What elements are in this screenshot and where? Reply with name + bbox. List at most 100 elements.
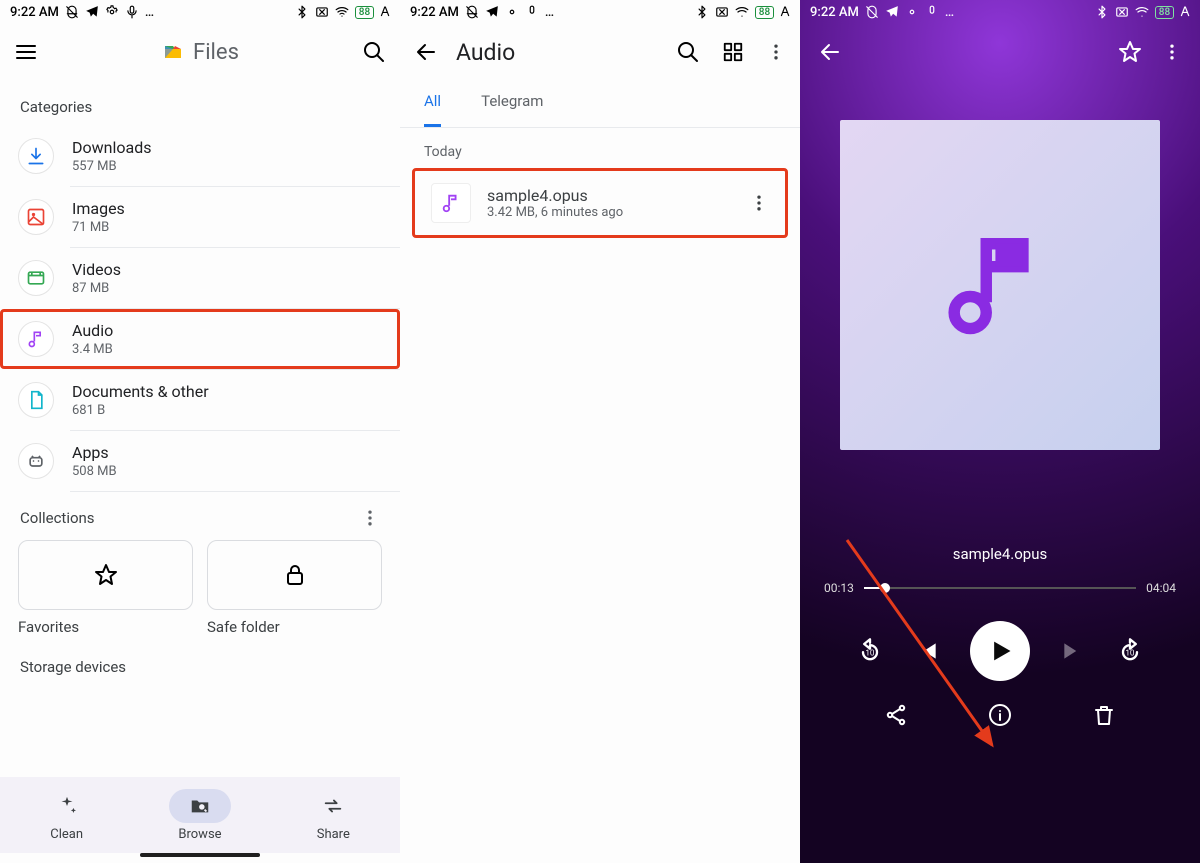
wifi-icon [335,5,349,19]
more-icon: … [945,5,954,20]
replay-10-icon[interactable]: 10 [856,637,884,665]
error-box-icon [715,5,729,19]
nav-clean[interactable]: Clean [36,789,98,842]
music-note-icon [26,329,46,349]
pane-audio-list: 9:22 AM … 88 𐌀 Audio All Telegram Today [400,0,800,863]
clock: 9:22 AM [410,5,459,20]
category-apps[interactable]: Apps508 MB [0,431,400,491]
video-icon [26,268,46,288]
wifi-icon [1135,5,1149,19]
music-note-icon [440,192,462,214]
image-icon [26,207,46,227]
mic-icon [125,5,139,19]
favorites-label: Favorites [18,618,193,636]
status-bar: 9:22 AM … 88 𐌀 [800,0,1200,24]
search-icon[interactable] [362,40,386,64]
lock-icon [283,563,307,587]
player-app-bar [800,24,1200,80]
time-total: 04:04 [1146,581,1176,595]
pane-audio-player: 9:22 AM … 88 𐌀 sample4.opus 00:13 04:04 [800,0,1200,863]
trash-icon[interactable] [1092,703,1116,727]
more-icon: … [145,5,154,20]
group-label-today: Today [400,128,800,168]
category-downloads[interactable]: Downloads557 MB [0,126,400,186]
dnd-icon [465,5,479,19]
dnd-icon [65,5,79,19]
bottom-nav: Clean Browse Share [0,777,400,853]
file-row[interactable]: sample4.opus 3.42 MB, 6 minutes ago [412,168,788,238]
star-icon[interactable] [1118,40,1142,64]
telegram-icon [85,5,99,19]
telegram-icon [485,5,499,19]
more-vert-icon[interactable] [1162,42,1182,62]
sparkle-icon [56,795,78,817]
android-icon [26,451,46,471]
folder-search-icon [189,795,211,817]
secondary-controls [800,703,1200,727]
status-bar: 9:22 AM … 88 𐌀 [400,0,800,24]
hamburger-icon[interactable] [14,40,38,64]
tab-telegram[interactable]: Telegram [481,92,543,127]
gear-icon [905,5,919,19]
collections-header: Collections [20,509,95,527]
skip-next-icon[interactable] [1060,638,1086,664]
play-icon [986,637,1014,665]
mic-icon [525,5,539,19]
star-icon [94,563,118,587]
dnd-icon [865,5,879,19]
tab-bar: All Telegram [400,80,800,128]
swap-icon [322,795,344,817]
forward-10-icon[interactable]: 10 [1116,637,1144,665]
more-vert-icon[interactable] [360,508,380,528]
music-note-icon [945,230,1055,340]
wifi-icon [735,5,749,19]
clock: 9:22 AM [810,5,859,20]
safe-folder-tile[interactable] [207,540,382,610]
file-name: sample4.opus [487,186,733,205]
back-icon[interactable] [818,40,842,64]
play-button[interactable] [970,621,1030,681]
album-art [840,120,1160,450]
download-icon [26,146,46,166]
svg-text:10: 10 [865,648,875,658]
charging-icon: 𐌀 [1180,5,1190,20]
favorites-tile[interactable] [18,540,193,610]
storage-devices-header: Storage devices [0,636,400,684]
app-bar: Files [0,24,400,80]
tab-all[interactable]: All [424,92,441,127]
bluetooth-icon [295,5,309,19]
category-documents[interactable]: Documents & other681 B [0,370,400,430]
category-images[interactable]: Images71 MB [0,187,400,247]
more-vert-icon[interactable] [766,42,786,62]
share-icon[interactable] [884,703,908,727]
safe-folder-label: Safe folder [207,618,382,636]
grid-view-icon[interactable] [722,41,744,63]
category-videos[interactable]: Videos87 MB [0,248,400,308]
clock: 9:22 AM [10,5,59,20]
battery-icon: 88 [755,6,774,19]
mic-icon [925,5,939,19]
telegram-icon [885,5,899,19]
nav-browse[interactable]: Browse [169,789,231,842]
playback-controls: 10 10 [800,621,1200,681]
gesture-bar [140,853,260,857]
search-icon[interactable] [676,40,700,64]
status-bar: 9:22 AM … 88 𐌀 [0,0,400,24]
seek-bar[interactable]: 00:13 04:04 [800,563,1200,595]
nav-share[interactable]: Share [302,789,364,842]
bluetooth-icon [695,5,709,19]
battery-icon: 88 [1155,6,1174,19]
more-vert-icon[interactable] [749,193,769,213]
charging-icon: 𐌀 [380,5,390,20]
pane-files-home: 9:22 AM … 88 𐌀 Files Categories Download… [0,0,400,863]
back-icon[interactable] [414,40,438,64]
page-title: Audio [456,39,515,66]
info-icon[interactable] [988,703,1012,727]
gear-icon [105,5,119,19]
skip-previous-icon[interactable] [914,638,940,664]
category-audio[interactable]: Audio3.4 MB [0,309,400,369]
battery-icon: 88 [355,6,374,19]
error-box-icon [315,5,329,19]
svg-text:10: 10 [1125,648,1135,658]
charging-icon: 𐌀 [780,5,790,20]
